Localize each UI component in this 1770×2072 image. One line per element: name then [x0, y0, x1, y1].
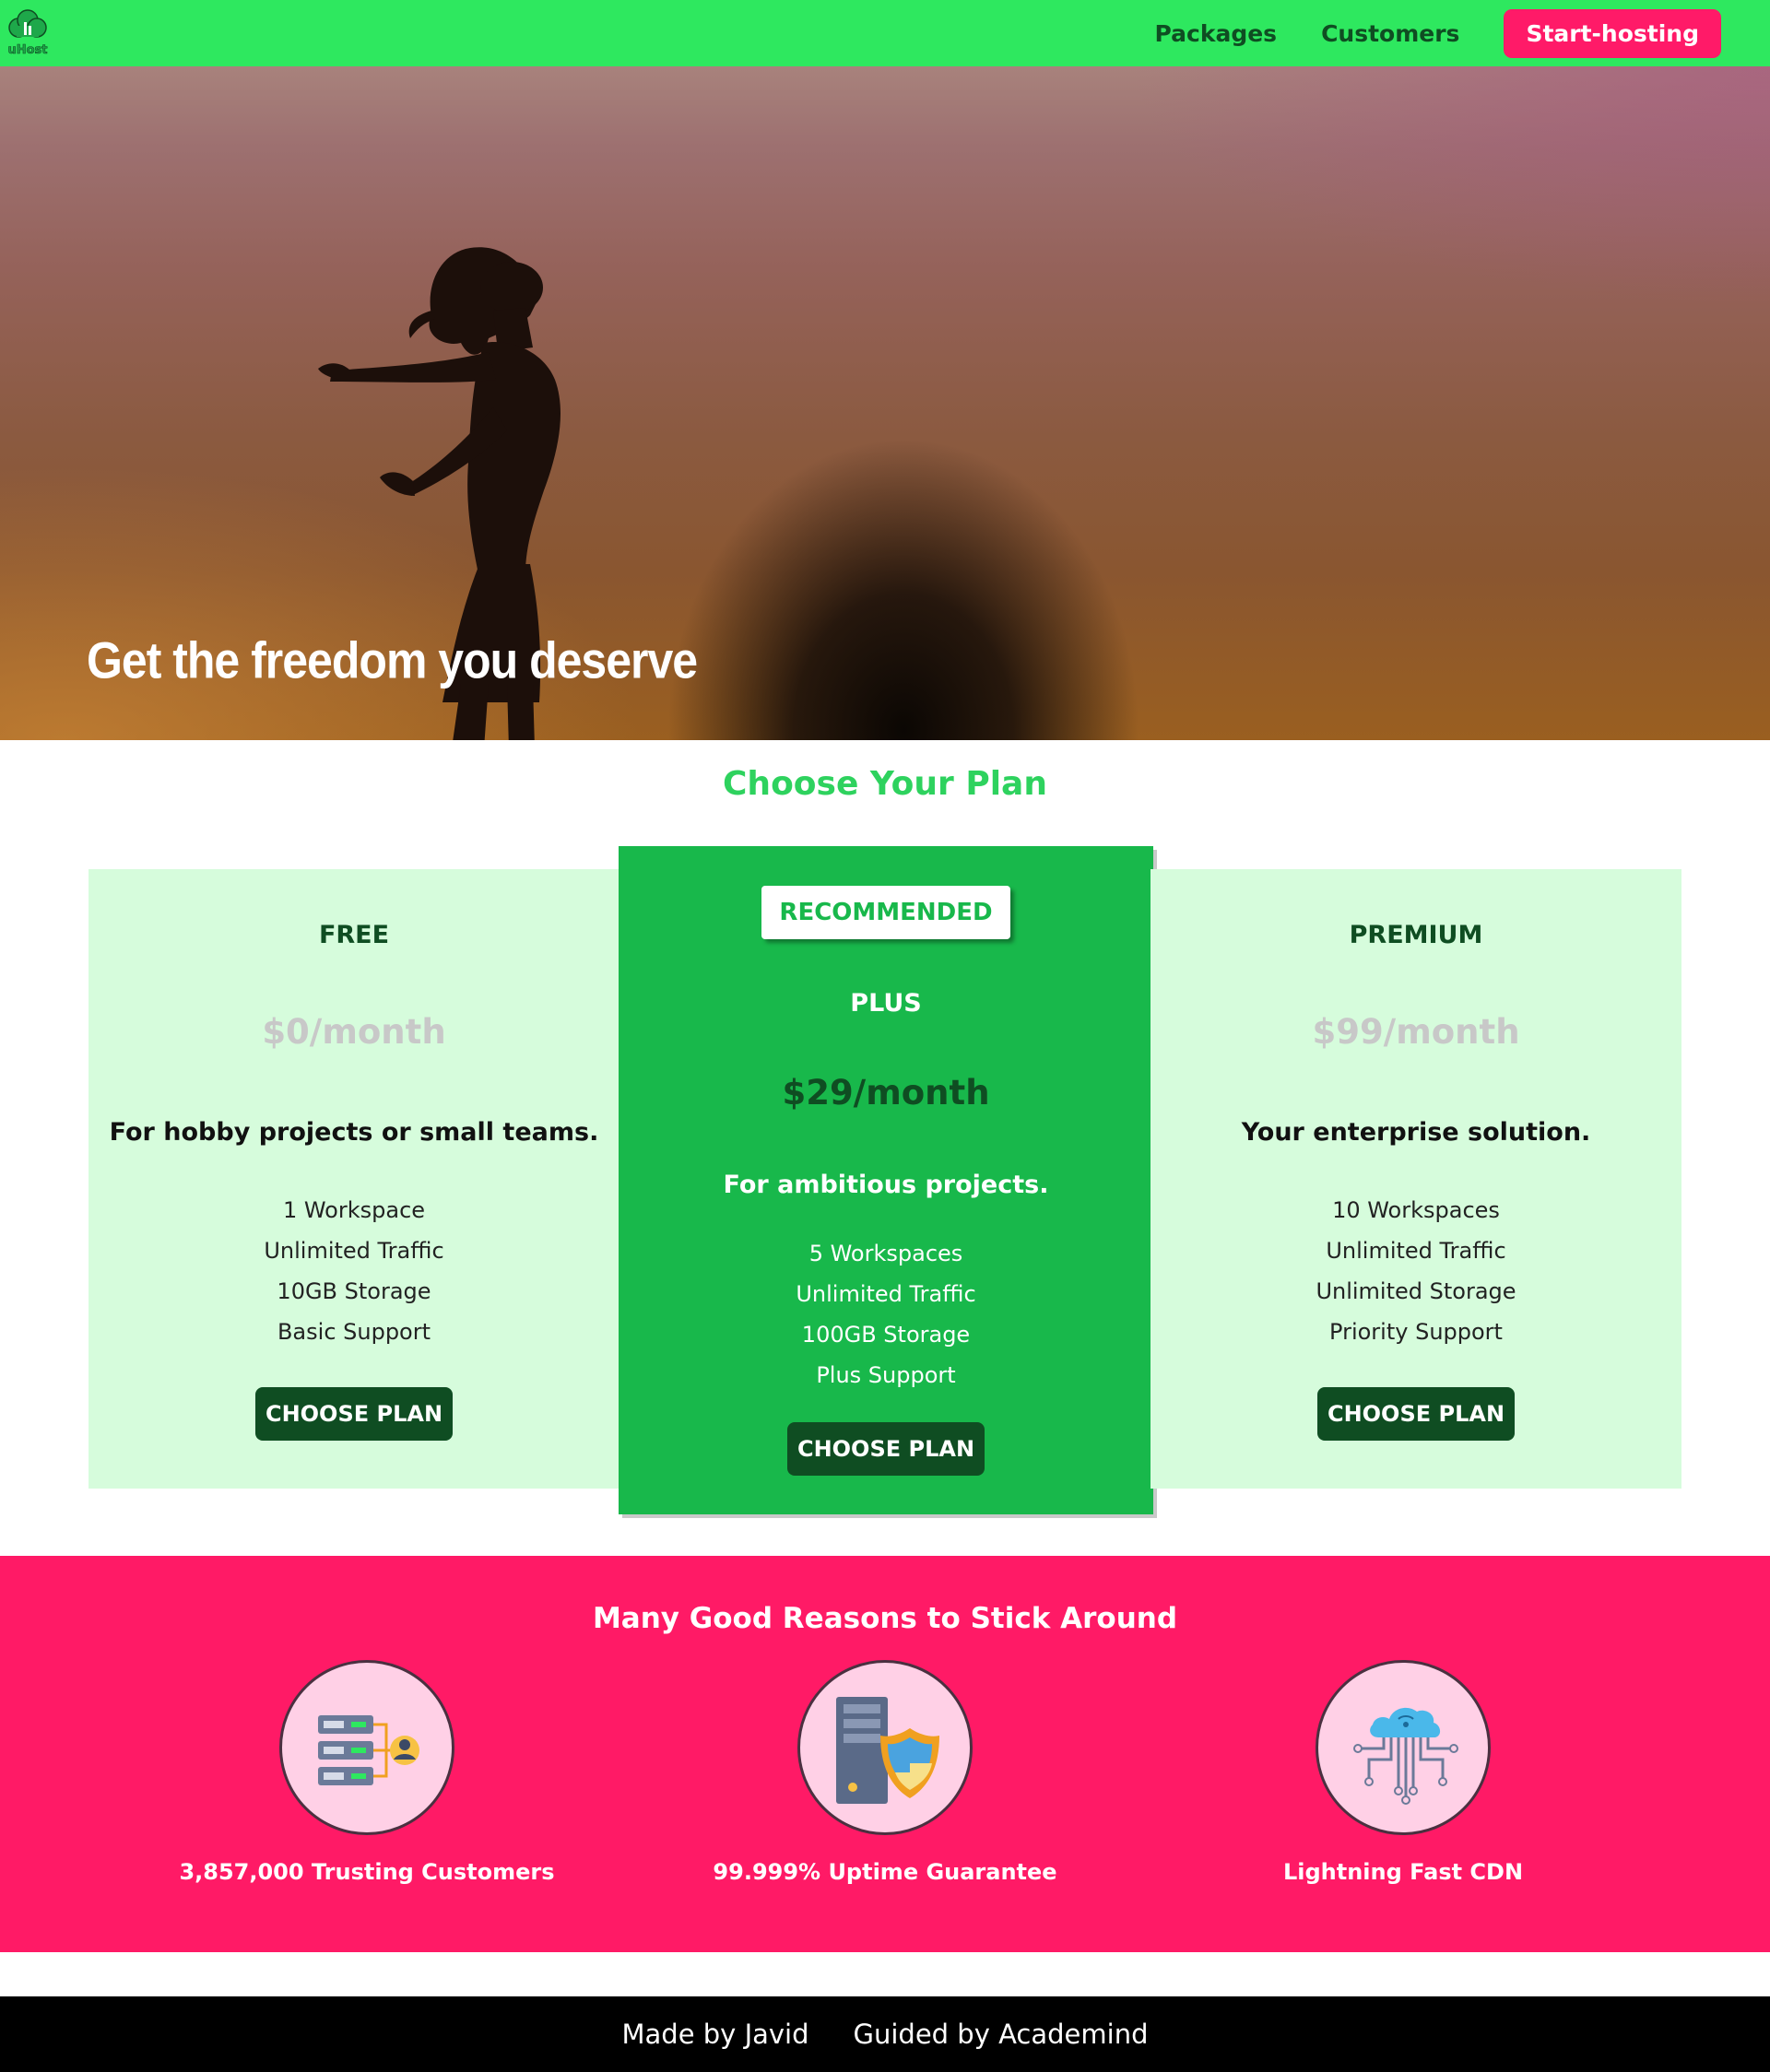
- reason-icon-circle: [279, 1660, 454, 1835]
- choose-plan-button-plus[interactable]: CHOOSE PLAN: [787, 1422, 985, 1476]
- main-footer: Made by Javid Guided by Academind: [0, 1996, 1770, 2072]
- plan-card-plus: RECOMMENDED PLUS $29/month For ambitious…: [619, 846, 1153, 1514]
- plan-name: FREE: [318, 921, 390, 949]
- choose-plan-button-premium[interactable]: CHOOSE PLAN: [1317, 1387, 1515, 1441]
- plan-price: $99/month: [1312, 1012, 1520, 1052]
- plan-name: PLUS: [850, 989, 922, 1018]
- plan-features-list: 10 Workspaces Unlimited Traffic Unlimite…: [1150, 1190, 1682, 1352]
- reason-icon-circle: [797, 1660, 973, 1835]
- plans-section-title: Choose Your Plan: [723, 765, 1047, 803]
- uhost-logo[interactable]: uHost: [6, 9, 50, 57]
- plan-card-premium: PREMIUM $99/month Your enterprise soluti…: [1150, 869, 1682, 1489]
- cloud-network-icon: [1353, 1707, 1458, 1805]
- footer-link-guided-by[interactable]: Guided by Academind: [854, 2019, 1149, 2050]
- footer-link-made-by[interactable]: Made by Javid: [622, 2019, 809, 2050]
- plan-feature: Unlimited Storage: [1316, 1278, 1516, 1304]
- plan-price: $29/month: [782, 1073, 990, 1113]
- plan-description: For hobby projects or small teams.: [109, 1118, 599, 1147]
- nav-link-customers[interactable]: Customers: [1321, 20, 1459, 47]
- nav-link-packages[interactable]: Packages: [1154, 20, 1277, 47]
- plan-feature: 10GB Storage: [277, 1278, 431, 1304]
- plan-card-free: FREE $0/month For hobby projects or smal…: [88, 869, 620, 1489]
- plan-feature: 100GB Storage: [801, 1322, 971, 1348]
- hero-banner: Get the freedom you deserve: [0, 66, 1770, 740]
- server-customers-icon: [318, 1715, 419, 1785]
- plan-feature: 5 Workspaces: [808, 1241, 963, 1266]
- plan-feature: Unlimited Traffic: [796, 1281, 976, 1307]
- reason-label: Lightning Fast CDN: [1282, 1859, 1524, 1885]
- recommended-badge: RECOMMENDED: [761, 886, 1010, 939]
- reasons-section-title: Many Good Reasons to Stick Around: [592, 1602, 1178, 1635]
- plan-feature: Basic Support: [277, 1319, 431, 1345]
- plan-description: For ambitious projects.: [723, 1171, 1049, 1199]
- reason-icon-circle: [1316, 1660, 1491, 1835]
- plan-feature: Unlimited Traffic: [264, 1238, 444, 1264]
- plan-price: $0/month: [262, 1012, 446, 1052]
- svg-text:uHost: uHost: [7, 43, 47, 57]
- reasons-section: Many Good Reasons to Stick Around 3,857,…: [0, 1556, 1770, 1952]
- plan-feature: 1 Workspace: [282, 1197, 426, 1223]
- plan-description: Your enterprise solution.: [1241, 1118, 1591, 1147]
- plan-feature: Priority Support: [1329, 1319, 1503, 1345]
- server-shield-icon: [836, 1697, 939, 1804]
- choose-plan-button-free[interactable]: CHOOSE PLAN: [255, 1387, 453, 1441]
- plan-feature: Plus Support: [816, 1362, 956, 1388]
- plan-features-list: 1 Workspace Unlimited Traffic 10GB Stora…: [88, 1190, 620, 1352]
- start-hosting-button[interactable]: Start-hosting: [1504, 8, 1721, 58]
- main-nav: Packages Customers Start-hosting: [1154, 0, 1721, 66]
- hero-title: Get the freedom you deserve: [87, 631, 698, 689]
- plan-features-list: 5 Workspaces Unlimited Traffic 100GB Sto…: [619, 1233, 1153, 1395]
- plan-feature: 10 Workspaces: [1332, 1197, 1500, 1223]
- reason-label: 3,857,000 Trusting Customers: [179, 1859, 555, 1885]
- plan-name: PREMIUM: [1349, 921, 1483, 949]
- reason-label: 99.999% Uptime Guarantee: [713, 1859, 1057, 1885]
- hero-sky-tint: [1125, 66, 1770, 306]
- plan-feature: Unlimited Traffic: [1326, 1238, 1506, 1264]
- main-header: uHost Packages Customers Start-hosting: [0, 0, 1770, 66]
